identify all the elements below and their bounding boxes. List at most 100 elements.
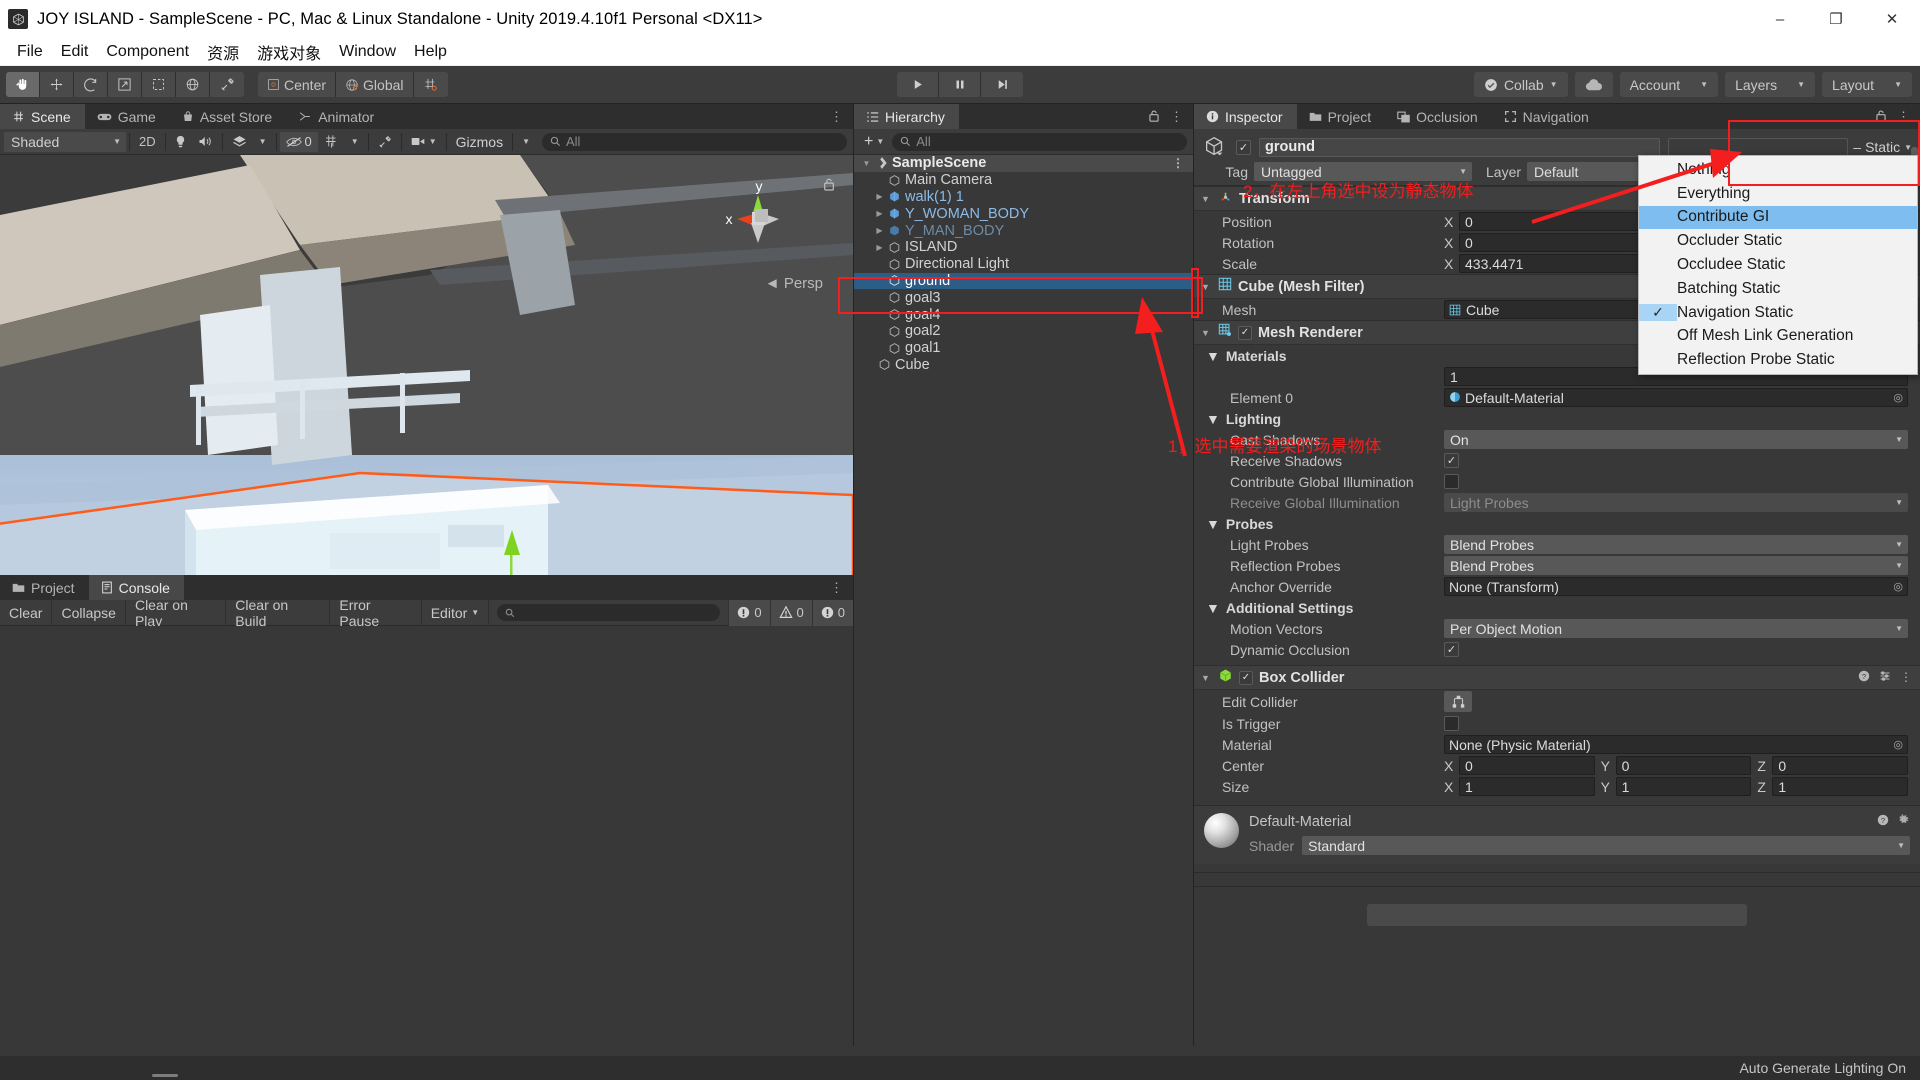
menu-item-component[interactable]: Component [97,43,198,61]
console-search-input[interactable] [497,604,721,621]
center-x-field[interactable]: 0 [1459,756,1595,775]
scene-visibility-dropdown-icon[interactable]: ▼ [345,132,365,152]
center-z-field[interactable]: 0 [1772,756,1909,775]
scene-row-kebab[interactable]: ⋮ [1172,156,1184,170]
static-menu-item-contribute-gi[interactable]: Contribute GI [1639,205,1917,230]
hierarchy-search-input[interactable]: All [892,132,1187,151]
shader-dropdown[interactable]: Standard ▼ [1302,836,1910,855]
error-pause-button[interactable]: Error Pause [330,597,422,629]
light-bulb-icon[interactable] [169,132,192,152]
clear-on-play-button[interactable]: Clear on Play [126,597,227,629]
error-badge[interactable]: 0 [811,599,854,626]
add-component-button[interactable] [1367,904,1747,926]
preset-icon[interactable] [1879,670,1891,685]
draw-mode-dropdown[interactable]: Shaded ▼ [4,131,126,152]
custom-tool-icon[interactable] [210,72,244,97]
pivot-mode-button[interactable]: Center [258,72,337,97]
static-menu-item-nothing[interactable]: Nothing [1639,158,1917,182]
component-tools-icon[interactable] [372,132,398,152]
anchor-override-field[interactable]: None (Transform) ◎ [1444,577,1908,596]
twisty-open-icon[interactable]: ▼ [1206,600,1220,616]
object-active-checkbox[interactable]: ✓ [1236,139,1251,155]
collider-material-field[interactable]: None (Physic Material) ◎ [1444,735,1908,754]
tab-project[interactable]: Project [0,575,89,600]
receive-shadows-checkbox[interactable]: ✓ [1444,453,1459,468]
static-dropdown-button[interactable]: – Static ▼ [1853,139,1912,155]
hierarchy-item-goal2[interactable]: goal2 [854,323,1193,340]
rotate-tool-icon[interactable] [74,72,108,97]
static-menu-item-occludee-static[interactable]: Occludee Static [1639,253,1917,277]
console-log-area[interactable] [0,626,853,1046]
probes-section-header[interactable]: ▼ Probes [1194,513,1920,534]
static-menu-item-off-mesh-link-generation[interactable]: Off Mesh Link Generation [1639,325,1917,349]
tab-navigation[interactable]: Navigation [1491,104,1603,129]
camera-icon[interactable]: ▼ [405,132,443,152]
mesh-renderer-enabled-checkbox[interactable]: ✓ [1238,325,1252,340]
menu-item-file[interactable]: File [8,43,52,61]
menu-item-edit[interactable]: Edit [52,43,98,61]
twisty-closed-icon[interactable]: ▶ [873,243,886,252]
static-field[interactable] [1668,137,1849,157]
hierarchy-item-cube[interactable]: Cube [854,357,1193,374]
tab-project-inspector[interactable]: Project [1296,104,1386,129]
lighting-section-header[interactable]: ▼ Lighting [1194,408,1920,429]
twisty-open-icon[interactable]: ▼ [1201,194,1212,204]
hierarchy-kebab[interactable]: ⋮ [1170,109,1183,125]
layers-button[interactable]: Layers ▼ [1725,72,1816,97]
rect-tool-icon[interactable] [142,72,176,97]
scene-visibility-toggle[interactable]: 0 [279,131,318,152]
dynamic-occlusion-checkbox[interactable]: ✓ [1444,642,1459,657]
hand-tool-icon[interactable] [6,72,40,97]
perspective-label[interactable]: ◄ Persp [765,275,823,292]
tab-game[interactable]: Game [84,104,170,129]
hierarchy-item-goal1[interactable]: goal1 [854,340,1193,357]
static-menu-item-reflection-probe-static[interactable]: Reflection Probe Static [1639,348,1917,372]
cloud-icon[interactable] [1574,72,1613,97]
size-z-field[interactable]: 1 [1772,777,1909,796]
collab-button[interactable]: Collab ▼ [1473,72,1568,97]
menu-item-help[interactable]: Help [405,43,456,61]
object-picker-icon[interactable]: ◎ [1893,738,1903,751]
effects-icon[interactable] [226,132,253,152]
hierarchy-scene-row[interactable]: ▼ SampleScene ⋮ [854,155,1193,172]
twisty-open-icon[interactable]: ▼ [1201,282,1212,292]
transform-tool-icon[interactable] [176,72,210,97]
twisty-closed-icon[interactable]: ▶ [873,209,886,218]
scene-viewport[interactable]: y x ◄ Persp ⋮ [0,155,853,575]
handle-space-button[interactable]: Global [336,72,414,97]
tab-occlusion[interactable]: Occlusion [1385,104,1492,129]
hierarchy-item-goal4[interactable]: goal4 [854,306,1193,323]
log-badge[interactable]: 0 [728,599,770,626]
twisty-closed-icon[interactable]: ▶ [873,226,886,235]
create-object-button[interactable]: + ▼ [860,133,888,151]
play-button[interactable] [897,72,939,97]
tab-animator[interactable]: Animator [286,104,389,129]
menu-item-window[interactable]: Window [330,43,405,61]
gizmos-button[interactable]: Gizmos [450,132,509,152]
size-x-field[interactable]: 1 [1459,777,1595,796]
object-name-field[interactable]: ground [1259,137,1661,157]
scene-search-input[interactable]: All [542,132,847,151]
effects-dropdown-icon[interactable]: ▼ [253,132,273,152]
scene-panel-kebab[interactable]: ⋮ [820,104,853,129]
hierarchy-item-y-woman-body[interactable]: ▶ Y_WOMAN_BODY [854,205,1193,222]
hierarchy-tree[interactable]: ▼ SampleScene ⋮ Main Camera ▶ walk(1) 1 … [854,155,1193,1046]
hierarchy-item-directional-light[interactable]: Directional Light [854,256,1193,273]
twisty-open-icon[interactable]: ▼ [1206,516,1220,532]
element-0-object-field[interactable]: Default-Material ◎ [1444,388,1908,407]
tag-dropdown[interactable]: Untagged ▼ [1254,162,1472,181]
console-panel-kebab[interactable]: ⋮ [820,575,853,600]
scale-tool-icon[interactable] [108,72,142,97]
menu-item-gameobject[interactable]: 游戏对象 [248,40,330,64]
object-picker-icon[interactable]: ◎ [1893,391,1903,404]
step-button[interactable] [981,72,1023,97]
tab-inspector[interactable]: Inspector [1194,104,1297,129]
static-menu-item-occluder-static[interactable]: Occluder Static [1639,229,1917,253]
hierarchy-item-island[interactable]: ▶ ISLAND [854,239,1193,256]
contribute-gi-checkbox[interactable]: ✓ [1444,474,1459,489]
move-tool-icon[interactable] [40,72,74,97]
audio-icon[interactable] [192,132,219,152]
help-icon[interactable]: ? [1858,670,1870,685]
menu-item-assets[interactable]: 资源 [198,40,248,64]
scene-axis-gizmo[interactable]: y x [715,175,801,261]
